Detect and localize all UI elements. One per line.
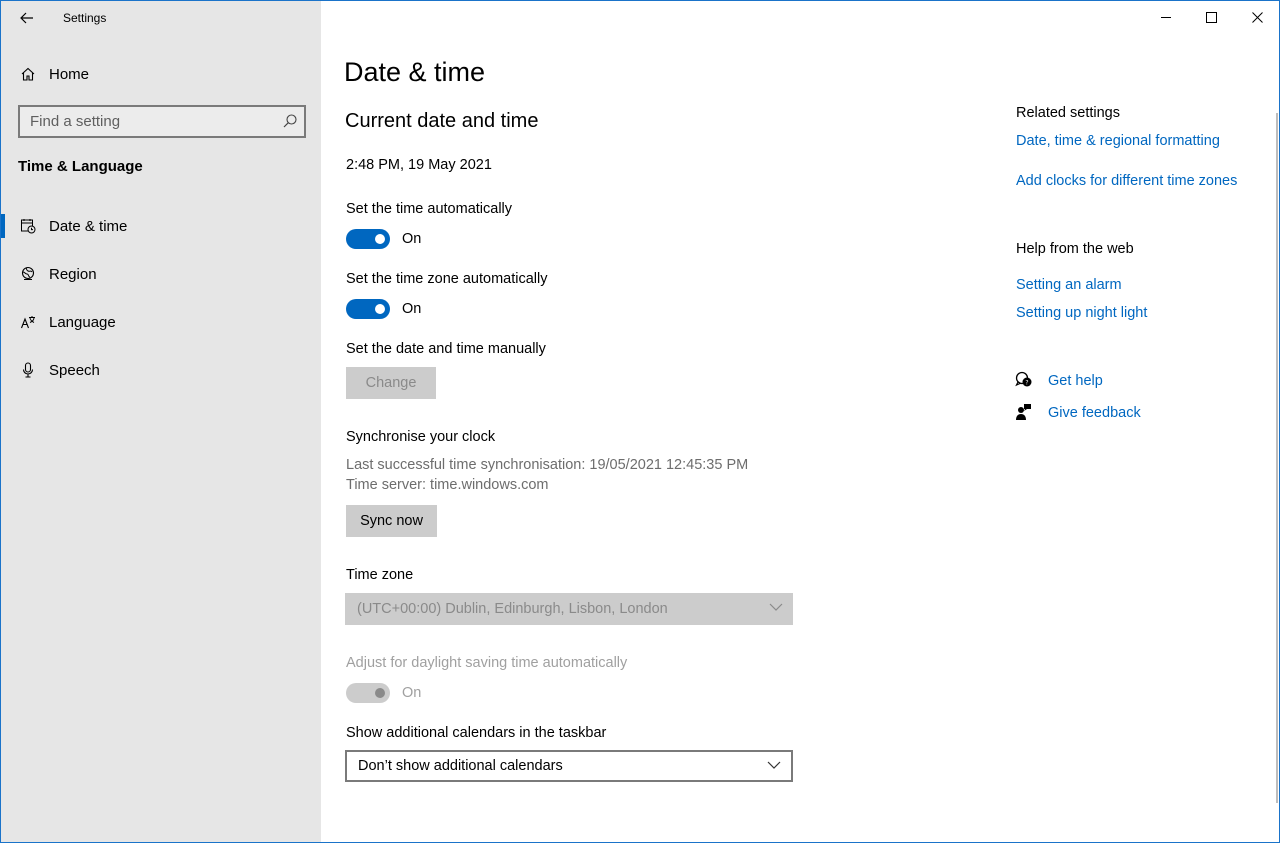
toggle-state-label: On	[402, 685, 422, 701]
related-settings-heading: Related settings	[1016, 105, 1120, 121]
minimize-icon	[1160, 16, 1171, 18]
sidebar-item-label: Region	[49, 265, 97, 283]
sidebar-item-label: Date & time	[49, 217, 128, 235]
chevron-down-icon	[769, 603, 783, 611]
section-heading: Current date and time	[345, 110, 539, 132]
sidebar-item-label: Home	[49, 65, 90, 83]
sidebar-item-region[interactable]: Region	[1, 254, 321, 294]
calendar-clock-icon	[19, 217, 37, 235]
link-add-clocks[interactable]: Add clocks for different time zones	[1016, 173, 1237, 189]
sidebar-item-label: Speech	[49, 361, 100, 379]
manual-datetime-label: Set the date and time manually	[346, 341, 546, 357]
page-title: Date & time	[344, 57, 486, 87]
additional-calendars-label: Show additional calendars in the taskbar	[346, 725, 607, 741]
change-button[interactable]: Change	[346, 367, 436, 399]
close-icon	[1251, 11, 1263, 23]
link-setting-alarm[interactable]: Setting an alarm	[1016, 277, 1122, 293]
maximize-button[interactable]	[1188, 1, 1234, 33]
toggle-state-label: On	[402, 231, 422, 247]
dst-label: Adjust for daylight saving time automati…	[346, 655, 628, 671]
sidebar-item-home[interactable]: Home	[1, 54, 321, 94]
time-server-text: Time server: time.windows.com	[346, 477, 549, 493]
time-zone-dropdown[interactable]: (UTC+00:00) Dublin, Edinburgh, Lisbon, L…	[345, 593, 793, 625]
additional-calendars-dropdown[interactable]: Don’t show additional calendars	[345, 750, 793, 782]
give-feedback-link[interactable]: Give feedback	[1048, 405, 1141, 421]
toggle-state-label: On	[402, 301, 422, 317]
app-title: Settings	[63, 11, 107, 25]
set-timezone-auto-label: Set the time zone automatically	[346, 271, 548, 287]
sidebar-section-title: Time & Language	[18, 158, 143, 175]
svg-text:?: ?	[1025, 380, 1028, 387]
chevron-down-icon	[767, 761, 781, 769]
give-feedback-icon	[1016, 404, 1031, 420]
back-arrow-icon	[20, 12, 33, 24]
sync-title: Synchronise your clock	[346, 429, 496, 445]
time-zone-value: (UTC+00:00) Dublin, Edinburgh, Lisbon, L…	[357, 601, 668, 617]
sidebar-item-language[interactable]: Language	[1, 302, 321, 342]
globe-icon	[19, 265, 37, 283]
sync-now-button[interactable]: Sync now	[346, 505, 437, 537]
back-button[interactable]	[13, 5, 41, 31]
sidebar: Settings Home Time & Language Date & tim…	[1, 1, 321, 842]
last-sync-text: Last successful time synchronisation: 19…	[346, 457, 749, 473]
dst-toggle[interactable]	[346, 683, 390, 703]
set-timezone-auto-toggle[interactable]	[346, 299, 390, 319]
minimize-button[interactable]	[1143, 1, 1189, 33]
additional-calendars-value: Don’t show additional calendars	[358, 758, 563, 774]
link-night-light[interactable]: Setting up night light	[1016, 305, 1147, 321]
sidebar-item-date-time[interactable]: Date & time	[1, 206, 321, 246]
help-heading: Help from the web	[1016, 241, 1134, 257]
settings-window: Settings Home Time & Language Date & tim…	[0, 0, 1280, 843]
get-help-link[interactable]: Get help	[1048, 373, 1103, 389]
scrollbar[interactable]	[1276, 113, 1278, 803]
current-datetime: 2:48 PM, 19 May 2021	[346, 157, 492, 173]
home-icon	[19, 65, 37, 83]
search-icon[interactable]	[282, 113, 298, 129]
link-regional-formatting[interactable]: Date, time & regional formatting	[1016, 133, 1220, 149]
get-help-icon: ?	[1015, 371, 1032, 387]
set-time-auto-toggle[interactable]	[346, 229, 390, 249]
language-icon	[19, 313, 37, 331]
microphone-icon	[19, 361, 37, 379]
search-input[interactable]	[20, 107, 270, 136]
search-box[interactable]	[18, 105, 306, 138]
set-time-auto-label: Set the time automatically	[346, 201, 513, 217]
close-button[interactable]	[1234, 1, 1279, 33]
maximize-icon	[1205, 11, 1217, 23]
sidebar-item-label: Language	[49, 313, 116, 331]
sidebar-item-speech[interactable]: Speech	[1, 350, 321, 390]
time-zone-label: Time zone	[346, 567, 414, 583]
